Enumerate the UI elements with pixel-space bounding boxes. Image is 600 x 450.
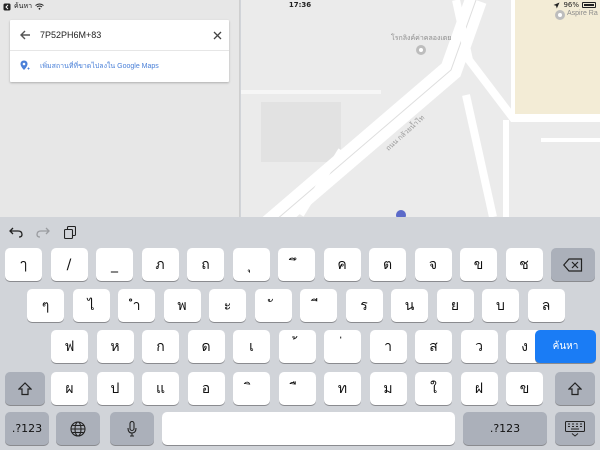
key-char[interactable]: บ [482, 289, 519, 322]
key-char[interactable]: น [391, 289, 428, 322]
search-panel: เพิ่มสถานที่ที่ขาดไปลงใน Google Maps [0, 0, 240, 217]
key-char[interactable]: อ [187, 372, 225, 405]
numbers-key-left[interactable]: .?123 [5, 412, 49, 445]
add-place-label: เพิ่มสถานที่ที่ขาดไปลงใน Google Maps [40, 62, 159, 70]
key-char[interactable]: ล [527, 289, 565, 322]
add-place-pin-icon [20, 60, 30, 70]
key-char[interactable]: ะ [209, 289, 246, 322]
key-char[interactable]: จ [414, 248, 452, 281]
key-char[interactable]: ไ [72, 289, 110, 322]
hide-keyboard-key[interactable] [555, 412, 595, 445]
key-char[interactable]: / [50, 248, 88, 281]
space-key[interactable] [162, 412, 455, 445]
clock: 17:36 [288, 1, 312, 9]
back-button[interactable] [10, 20, 40, 51]
clear-search-button[interactable] [205, 20, 229, 51]
backspace-icon [563, 257, 583, 272]
poi-label-2[interactable]: Aspire Ra [567, 10, 598, 17]
close-icon [213, 31, 221, 39]
key-char[interactable]: ุ [232, 248, 270, 281]
search-key[interactable]: ค้นหา [535, 330, 596, 363]
clipboard-icon [64, 225, 76, 239]
key-char[interactable]: แ [142, 372, 179, 405]
keyboard-toolbar [8, 221, 78, 243]
key-char[interactable]: ิ [233, 372, 270, 405]
key-char[interactable]: ข [506, 372, 543, 405]
search-row [10, 20, 229, 51]
key-char[interactable]: ึ [278, 248, 315, 281]
undo-button[interactable] [8, 224, 24, 240]
redo-button[interactable] [35, 224, 51, 240]
key-char[interactable]: ื [278, 372, 316, 405]
poi-label-1[interactable]: โรกลิงค์ค่าคลองเตย [391, 33, 451, 44]
battery-percent: 96% [563, 1, 579, 9]
globe-icon [70, 420, 86, 437]
shift-key-left[interactable] [5, 372, 45, 405]
key-char[interactable]: า [369, 330, 407, 363]
key-char[interactable]: ่ [324, 330, 361, 363]
key-char[interactable]: ภ [141, 248, 179, 281]
key-char[interactable]: ห [96, 330, 134, 363]
keyboard-dismiss-icon [565, 420, 585, 437]
key-char[interactable]: ใ [415, 372, 452, 405]
key-char[interactable]: ี [300, 289, 337, 322]
key-char[interactable]: ถ [187, 248, 224, 281]
microphone-icon [127, 420, 137, 437]
key-char[interactable]: ผ [51, 372, 88, 405]
location-arrow-icon [553, 2, 560, 8]
numbers-key-right[interactable]: .?123 [463, 412, 547, 445]
key-char[interactable]: ป [96, 372, 134, 405]
key-char[interactable]: _ [96, 248, 133, 281]
search-input[interactable] [40, 30, 205, 40]
undo-icon [9, 227, 23, 238]
battery-icon [582, 2, 596, 8]
key-char[interactable]: พ [163, 289, 201, 322]
backspace-key[interactable] [551, 248, 595, 281]
key-char[interactable]: ท [324, 372, 361, 405]
key-char[interactable]: ั [254, 289, 292, 322]
add-missing-place-link[interactable]: เพิ่มสถานที่ที่ขาดไปลงใน Google Maps [10, 51, 229, 81]
shift-key-right[interactable] [555, 372, 595, 405]
keyboard: ๅ/_ภถุึคตจขชๆไำพะัีรนยบลฟหกดเ้่าสวงค้นหา… [0, 217, 600, 450]
paste-button[interactable] [62, 224, 78, 240]
key-char[interactable]: ข [460, 248, 497, 281]
battery-fill [584, 4, 594, 6]
key-char[interactable]: ว [460, 330, 498, 363]
search-card: เพิ่มสถานที่ที่ขาดไปลงใน Google Maps [10, 20, 229, 82]
shift-icon [18, 381, 32, 395]
key-char[interactable]: ฟ [51, 330, 88, 363]
key-char[interactable]: ช [505, 248, 543, 281]
key-char[interactable]: ม [369, 372, 407, 405]
arrow-left-icon [19, 30, 30, 40]
key-char[interactable]: ค [323, 248, 361, 281]
globe-key[interactable] [56, 412, 100, 445]
key-char[interactable]: ก [142, 330, 179, 363]
key-char[interactable]: ด [187, 330, 225, 363]
key-char[interactable]: ฝ [460, 372, 498, 405]
status-bar: ค้นหา 17:36 96% [0, 0, 600, 11]
dictation-key[interactable] [110, 412, 154, 445]
key-char[interactable]: ส [415, 330, 452, 363]
shift-icon [568, 381, 582, 395]
map-view[interactable]: โรกลิงค์ค่าคลองเตย Aspire Ra ถนน กล้วยน้… [241, 0, 600, 217]
key-char[interactable]: ร [345, 289, 383, 322]
key-char[interactable]: ้ [278, 330, 316, 363]
key-char[interactable]: ต [369, 248, 406, 281]
key-char[interactable]: ำ [118, 289, 155, 322]
key-char[interactable]: ๆ [27, 289, 64, 322]
redo-icon [36, 227, 50, 238]
key-char[interactable]: เ [233, 330, 270, 363]
key-char[interactable]: ย [436, 289, 474, 322]
key-char[interactable]: ๅ [5, 248, 42, 281]
